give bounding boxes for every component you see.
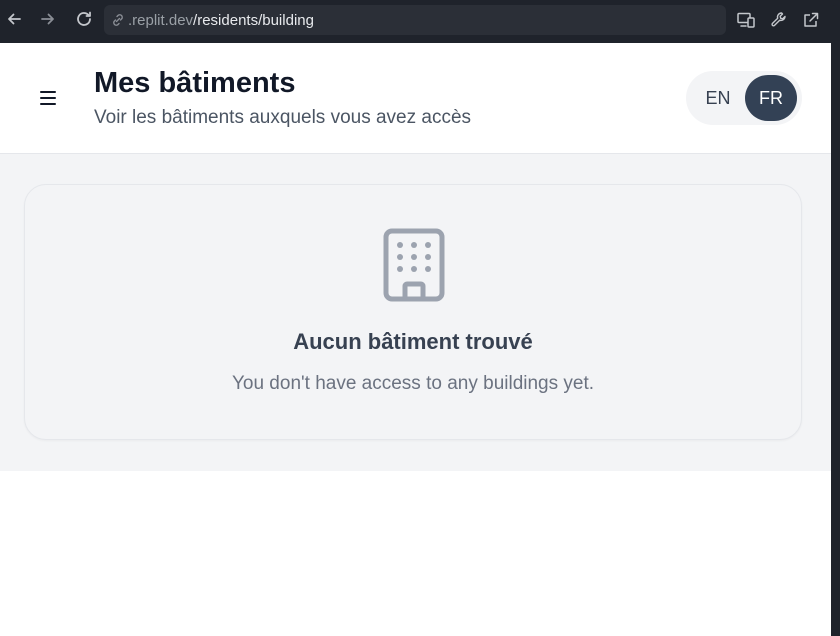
- forward-icon[interactable]: [38, 9, 58, 29]
- language-switch: EN FR: [686, 71, 802, 125]
- page-title: Mes bâtiments: [94, 67, 296, 99]
- url-domain: .replit.dev: [128, 11, 194, 29]
- url-path: /residents/building: [193, 11, 314, 29]
- language-option-en[interactable]: EN: [690, 75, 746, 121]
- empty-state-description: You don't have access to any buildings y…: [231, 373, 595, 394]
- link-icon: [110, 12, 126, 28]
- scrollbar-track: [831, 43, 840, 636]
- devices-icon[interactable]: [736, 10, 756, 30]
- main-content: Aucun bâtiment trouvé You don't have acc…: [0, 154, 831, 471]
- building-icon: [383, 228, 445, 302]
- reload-icon[interactable]: [74, 9, 94, 29]
- language-option-fr[interactable]: FR: [745, 75, 797, 121]
- wrench-icon[interactable]: [769, 10, 789, 30]
- back-icon[interactable]: [4, 9, 24, 29]
- menu-icon[interactable]: [38, 89, 58, 107]
- browser-toolbar: .replit.dev/residents/building: [0, 0, 840, 43]
- empty-state-title: Aucun bâtiment trouvé: [293, 329, 533, 354]
- address-bar[interactable]: .replit.dev/residents/building: [104, 5, 726, 35]
- page-subtitle: Voir les bâtiments auxquels vous avez ac…: [94, 107, 472, 128]
- empty-state-card: Aucun bâtiment trouvé You don't have acc…: [24, 184, 802, 440]
- open-external-icon[interactable]: [801, 10, 821, 30]
- page-header: Mes bâtiments Voir les bâtiments auxquel…: [0, 43, 831, 154]
